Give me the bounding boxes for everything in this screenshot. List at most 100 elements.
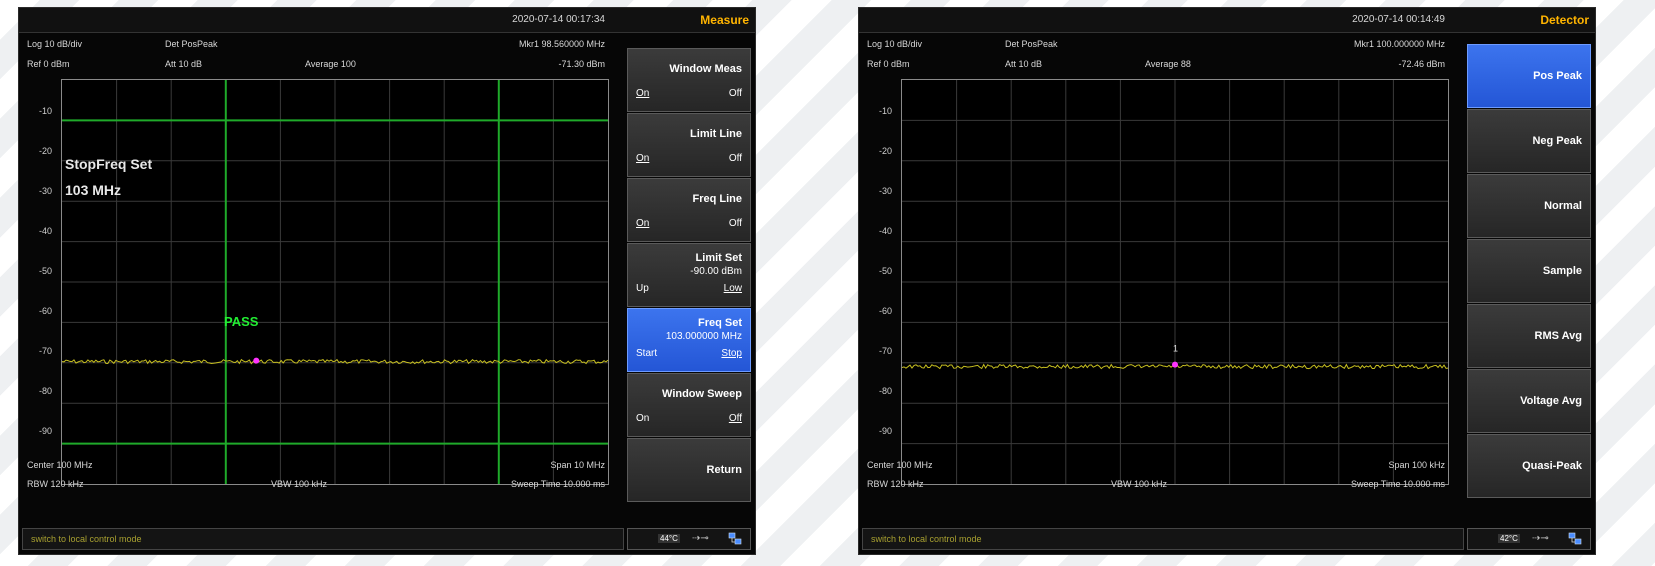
y-label: -70 — [39, 346, 53, 356]
softkey-label: Window Sweep — [662, 388, 742, 400]
softkey-quasi-peak[interactable]: Quasi-Peak — [1467, 434, 1591, 498]
softkey-freq-line[interactable]: Freq Line On Off — [627, 178, 751, 242]
usb-icon: ⇢⊸ — [692, 533, 709, 544]
sweep-time: Sweep Time 10.000 ms — [1350, 479, 1445, 489]
y-label: -10 — [879, 106, 893, 116]
softkey-window-meas[interactable]: Window Meas On Off — [627, 48, 751, 112]
vbw: VBW 100 kHz — [271, 479, 328, 489]
status-bar: switch to local control mode — [22, 528, 624, 550]
spectrum-plot — [61, 79, 609, 485]
softkey-option-off: Off — [728, 153, 742, 164]
network-icon — [1568, 532, 1582, 545]
softkey-option-off: Off — [728, 413, 742, 424]
softkey-option-start: Start — [636, 348, 658, 359]
softkey-window-sweep[interactable]: Window Sweep On Off — [627, 373, 751, 437]
softkey-option-on: On — [636, 218, 650, 229]
center-frequency: Center 100 MHz — [27, 460, 93, 470]
softkey-voltage-avg[interactable]: Voltage Avg — [1467, 369, 1591, 433]
softkey-option-off: Off — [728, 218, 742, 229]
softkey-limit-line[interactable]: Limit Line On Off — [627, 113, 751, 177]
temperature-indicator: 44°C — [658, 534, 680, 543]
softkey-label: Freq Set — [697, 317, 742, 329]
marker-point — [1172, 361, 1178, 368]
softkey-freq-set[interactable]: Freq Set 103.000000 MHz Start Stop — [627, 308, 751, 372]
marker-number: 1 — [1173, 344, 1178, 354]
timestamp: 2020-07-14 00:17:34 — [512, 14, 605, 25]
scale-label: Log 10 dB/div — [867, 39, 923, 49]
y-label: -90 — [39, 426, 53, 436]
spectrum-plot: 1 — [901, 79, 1449, 485]
menu-title: Detector — [1540, 13, 1589, 27]
y-label: -70 — [879, 346, 893, 356]
menu-title: Measure — [700, 13, 749, 27]
y-label: -80 — [879, 386, 893, 396]
reference-level: Ref 0 dBm — [867, 59, 910, 69]
softkey-label: Window Meas — [669, 63, 742, 75]
overlay-value: 103 MHz — [65, 182, 122, 198]
softkey-rms-avg[interactable]: RMS Avg — [1467, 304, 1591, 368]
softkey-neg-peak[interactable]: Neg Peak — [1467, 109, 1591, 173]
attenuation: Att 10 dB — [1005, 59, 1043, 69]
softkey-limit-set[interactable]: Limit Set -90.00 dBm Up Low — [627, 243, 751, 307]
scale-label: Log 10 dB/div — [27, 39, 83, 49]
usb-icon: ⇢⊸ — [1532, 533, 1549, 544]
softkey-option-on: On — [636, 153, 650, 164]
marker-readout: Mkr1 98.560000 MHz — [518, 39, 605, 49]
y-label: -30 — [879, 186, 893, 196]
detector-label: Det PosPeak — [165, 39, 218, 49]
system-tray: 42°C ⇢⊸ — [1467, 528, 1591, 550]
softkey-option-off: Off — [728, 88, 742, 99]
spectrum-graph: 1 — [902, 80, 1448, 484]
softkey-option-on: On — [636, 413, 650, 424]
graticule — [902, 80, 1448, 484]
softkey-return[interactable]: Return — [627, 438, 751, 502]
status-message: switch to local control mode — [31, 534, 142, 544]
marker-level: -72.46 dBm — [1398, 59, 1445, 69]
softkey-label: Neg Peak — [1532, 135, 1582, 147]
softkey-label: RMS Avg — [1534, 330, 1582, 342]
status-bar: switch to local control mode — [862, 528, 1464, 550]
softkey-label: Freq Line — [692, 193, 742, 205]
y-label: -90 — [879, 426, 893, 436]
marker-level: -71.30 dBm — [558, 59, 605, 69]
softkey-pos-peak[interactable]: Pos Peak — [1467, 44, 1591, 108]
top-bar: 2020-07-14 00:14:49 Detector — [859, 8, 1595, 33]
y-label: -40 — [879, 226, 893, 236]
rbw: RBW 120 kHz — [27, 479, 84, 489]
softkey-option-on: On — [636, 88, 650, 99]
y-label: -30 — [39, 186, 53, 196]
softkey-label: Normal — [1544, 200, 1582, 212]
average-count: Average 88 — [1145, 59, 1191, 69]
overlay-title: StopFreq Set — [65, 156, 153, 172]
y-label: -20 — [39, 146, 53, 156]
softkey-label: Limit Set — [695, 252, 742, 264]
analyzer-screen-detector: 2020-07-14 00:14:49 Detector Log 10 dB/d… — [858, 7, 1596, 555]
pass-indicator: PASS — [224, 314, 259, 329]
marker-point — [253, 357, 260, 364]
softkey-option-low: Low — [723, 283, 742, 294]
softkey-normal[interactable]: Normal — [1467, 174, 1591, 238]
attenuation: Att 10 dB — [165, 59, 203, 69]
y-label: -40 — [39, 226, 53, 236]
analyzer-screen-measure: 2020-07-14 00:17:34 Measure Log 10 dB/di… — [18, 7, 756, 555]
reference-level: Ref 0 dBm — [27, 59, 70, 69]
softkey-label: Pos Peak — [1533, 70, 1582, 82]
detector-label: Det PosPeak — [1005, 39, 1058, 49]
y-label: -50 — [879, 266, 893, 276]
softkey-label: Sample — [1542, 265, 1582, 277]
graticule — [62, 80, 608, 484]
softkey-sample[interactable]: Sample — [1467, 239, 1591, 303]
span: Span 10 MHz — [550, 460, 605, 470]
top-bar: 2020-07-14 00:17:34 Measure — [19, 8, 755, 33]
softkey-label: Quasi-Peak — [1522, 460, 1582, 472]
softkey-value: -90.00 dBm — [690, 266, 742, 277]
y-label: -60 — [39, 306, 53, 316]
y-label: -10 — [39, 106, 53, 116]
system-tray: 44°C ⇢⊸ — [627, 528, 751, 550]
network-icon — [728, 532, 742, 545]
y-label: -20 — [879, 146, 893, 156]
center-frequency: Center 100 MHz — [867, 460, 933, 470]
status-message: switch to local control mode — [871, 534, 982, 544]
softkey-option-up: Up — [636, 283, 649, 294]
marker-readout: Mkr1 100.000000 MHz — [1353, 39, 1445, 49]
